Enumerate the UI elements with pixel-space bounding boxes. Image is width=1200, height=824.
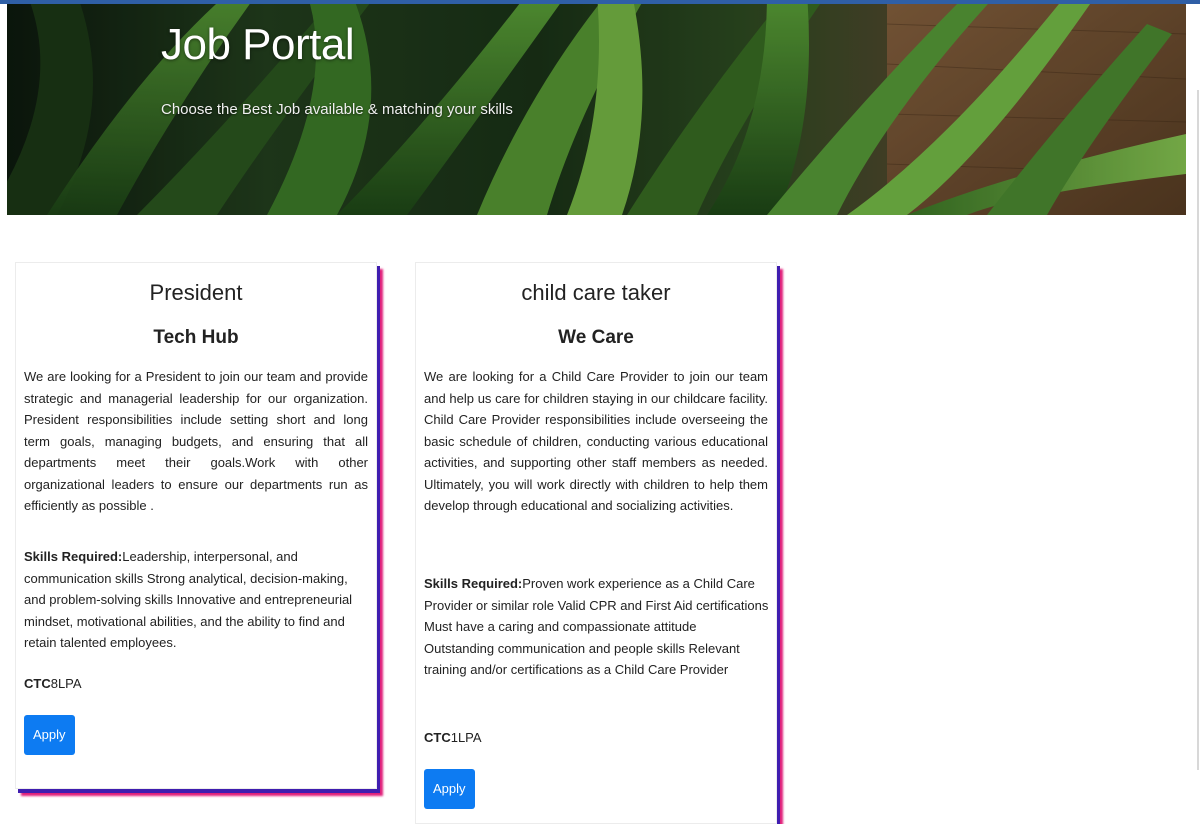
skills-label: Skills Required: <box>24 549 123 564</box>
job-title: child care taker <box>521 280 671 305</box>
job-card: child care taker We Care We are looking … <box>415 262 777 824</box>
apply-button[interactable]: Apply <box>24 715 75 755</box>
job-title: President <box>149 280 243 305</box>
ctc-value: 1LPA <box>450 730 482 745</box>
page-subtitle: Choose the Best Job available & matching… <box>161 101 513 118</box>
ctc-label: CTC <box>424 730 451 745</box>
page-title: Job Portal <box>161 20 355 69</box>
skills-required: Skills Required:Proven work experience a… <box>424 573 770 681</box>
skills-text: Proven work experience as a Child Care P… <box>424 576 769 677</box>
scrollbar-thumb[interactable] <box>1197 90 1199 770</box>
hero-banner: Job Portal Choose the Best Job available… <box>7 4 1186 215</box>
apply-button[interactable]: Apply <box>424 769 475 809</box>
ctc: CTC1LPA <box>424 730 482 745</box>
company-name: Tech Hub <box>153 327 239 348</box>
ctc-label: CTC <box>24 676 51 691</box>
company-name: We Care <box>558 327 634 348</box>
skills-text: Leadership, interpersonal, and communica… <box>24 549 353 650</box>
job-description: We are looking for a Child Care Provider… <box>424 369 768 513</box>
ctc-value: 8LPA <box>50 676 82 691</box>
skills-label: Skills Required: <box>424 576 523 591</box>
job-card: President Tech Hub We are looking for a … <box>15 262 377 789</box>
skills-required: Skills Required:Leadership, interpersona… <box>24 546 370 654</box>
ctc: CTC8LPA <box>24 676 82 691</box>
job-description: We are looking for a President to join o… <box>24 369 368 513</box>
